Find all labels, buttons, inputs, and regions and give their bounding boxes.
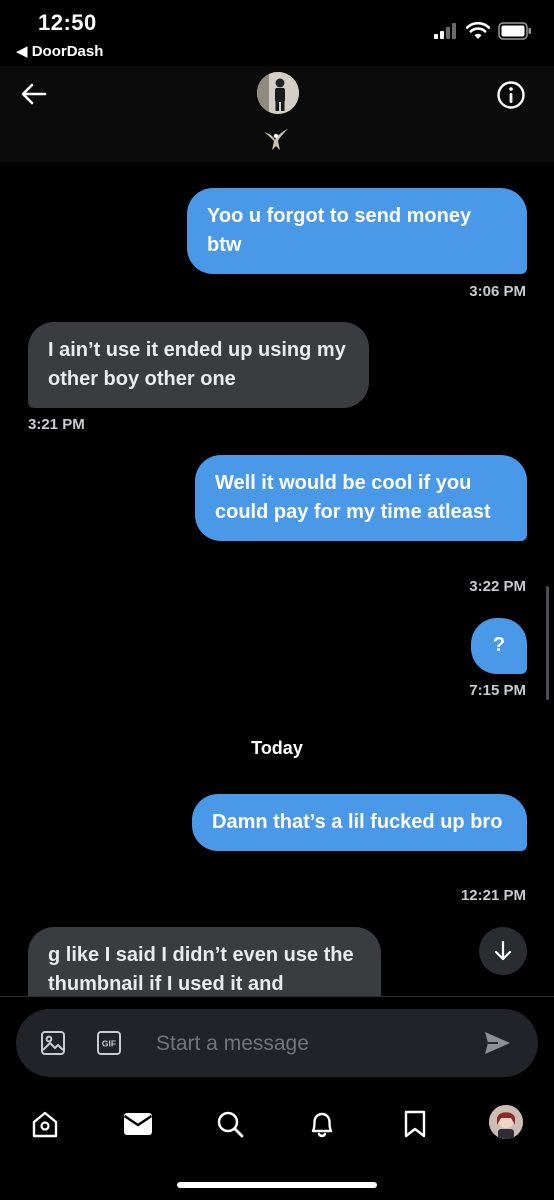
info-icon[interactable] — [496, 80, 526, 110]
wifi-icon — [466, 22, 490, 39]
scrollbar[interactable] — [546, 586, 549, 700]
message-timestamp: 3:21 PM — [28, 416, 85, 433]
message-timestamp: 7:15 PM — [469, 682, 526, 699]
tab-messages[interactable] — [118, 1104, 158, 1144]
message-bubble-outgoing[interactable]: ? — [471, 618, 527, 674]
date-separator: Today — [251, 738, 303, 758]
arrow-down-icon — [494, 940, 512, 961]
home-indicator — [177, 1182, 377, 1188]
message-bubble-outgoing[interactable]: Damn that’s a lil fucked up bro — [192, 794, 527, 851]
messages-icon — [123, 1113, 153, 1135]
scroll-to-bottom-button[interactable] — [479, 927, 527, 975]
eagle-icon — [264, 129, 288, 150]
image-icon[interactable] — [40, 1030, 66, 1056]
contact-avatar[interactable] — [257, 72, 299, 114]
notifications-icon — [311, 1112, 333, 1138]
message-input[interactable] — [154, 1027, 458, 1061]
status-time: 12:50 — [38, 10, 97, 35]
back-arrow-icon[interactable] — [18, 78, 50, 110]
back-to-app-link[interactable]: ◀ DoorDash — [16, 42, 103, 60]
message-timestamp: 12:21 PM — [460, 887, 526, 904]
tab-home[interactable] — [25, 1104, 65, 1144]
profile-avatar[interactable] — [489, 1105, 523, 1139]
status-bar: 12:50 ◀ DoorDash — [0, 0, 554, 66]
message-timestamp: 3:06 PM — [469, 283, 526, 300]
home-icon — [32, 1111, 58, 1138]
gif-label: GIF — [102, 1039, 116, 1049]
message-bubble-incoming[interactable]: I ain’t use it ended up using my other b… — [28, 322, 369, 408]
tab-notifications[interactable] — [302, 1104, 342, 1144]
bookmarks-icon — [404, 1110, 426, 1138]
composer-area: GIF — [0, 996, 554, 1093]
signal-icon — [434, 23, 456, 39]
message-timestamp: 3:22 PM — [469, 578, 526, 595]
message-composer: GIF — [16, 1009, 538, 1077]
message-bubble-outgoing[interactable]: Yoo u forgot to send money btw — [187, 188, 527, 274]
bottom-tab-bar — [0, 1092, 554, 1200]
gif-icon[interactable]: GIF — [96, 1030, 122, 1056]
tab-bookmarks[interactable] — [395, 1104, 435, 1144]
conversation-header — [0, 66, 554, 162]
search-icon — [217, 1111, 244, 1138]
status-icons — [434, 22, 532, 40]
message-bubble-incoming[interactable]: g like I said I didn’t even use the thum… — [28, 927, 381, 996]
send-icon[interactable] — [482, 1028, 512, 1058]
battery-icon — [498, 22, 531, 40]
tab-search[interactable] — [210, 1104, 250, 1144]
message-bubble-outgoing[interactable]: Well it would be cool if you could pay f… — [195, 455, 527, 541]
